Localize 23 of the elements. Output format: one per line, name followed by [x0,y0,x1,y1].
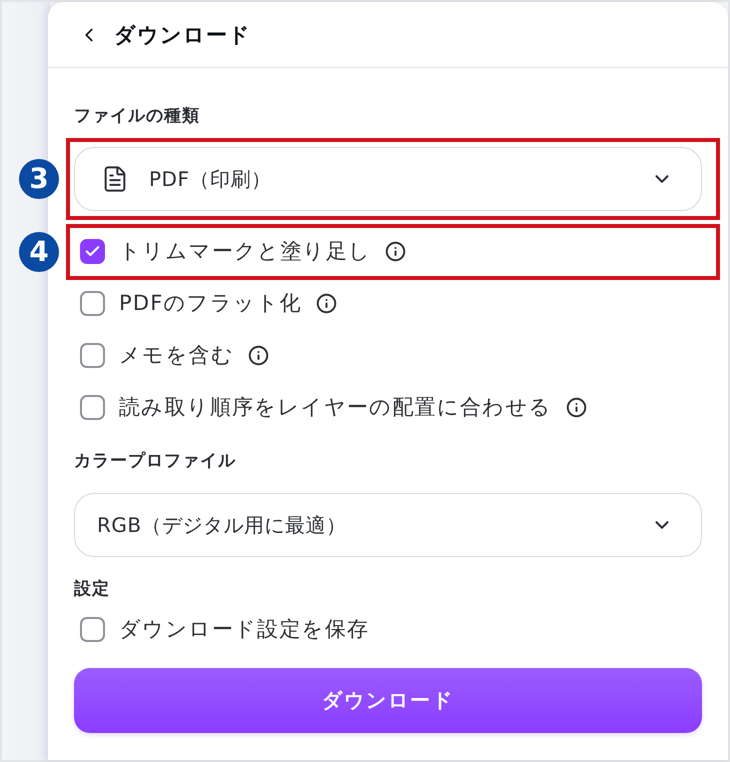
panel-title: ダウンロード [114,22,251,48]
download-button[interactable]: ダウンロード [74,668,702,733]
checkbox[interactable] [80,342,105,368]
section-label: カラープロファイル [74,451,236,471]
section-label: 設定 [74,579,110,599]
checkbox[interactable] [80,616,105,642]
option-label: トリムマークと塗り足し [119,238,372,265]
checkbox[interactable] [80,238,105,264]
checkbox[interactable] [80,290,105,316]
step-number: 3 [19,159,59,199]
file-type-select[interactable]: PDF（印刷） [74,147,702,211]
section-label: ファイルの種類 [74,106,200,126]
option-label: メモを含む [119,342,234,369]
option-label: ダウンロード設定を保存 [119,616,370,643]
step-number: 4 [19,232,59,272]
checkbox[interactable] [80,394,105,420]
info-icon[interactable] [316,292,337,314]
info-icon[interactable] [566,396,587,418]
info-icon[interactable] [385,240,406,262]
info-icon[interactable] [248,344,269,366]
color-profile-select[interactable]: RGB（デジタル用に最適） [74,493,702,557]
option-label: 読み取り順序をレイヤーの配置に合わせる [119,394,552,421]
option-label: PDFのフラット化 [119,290,302,317]
